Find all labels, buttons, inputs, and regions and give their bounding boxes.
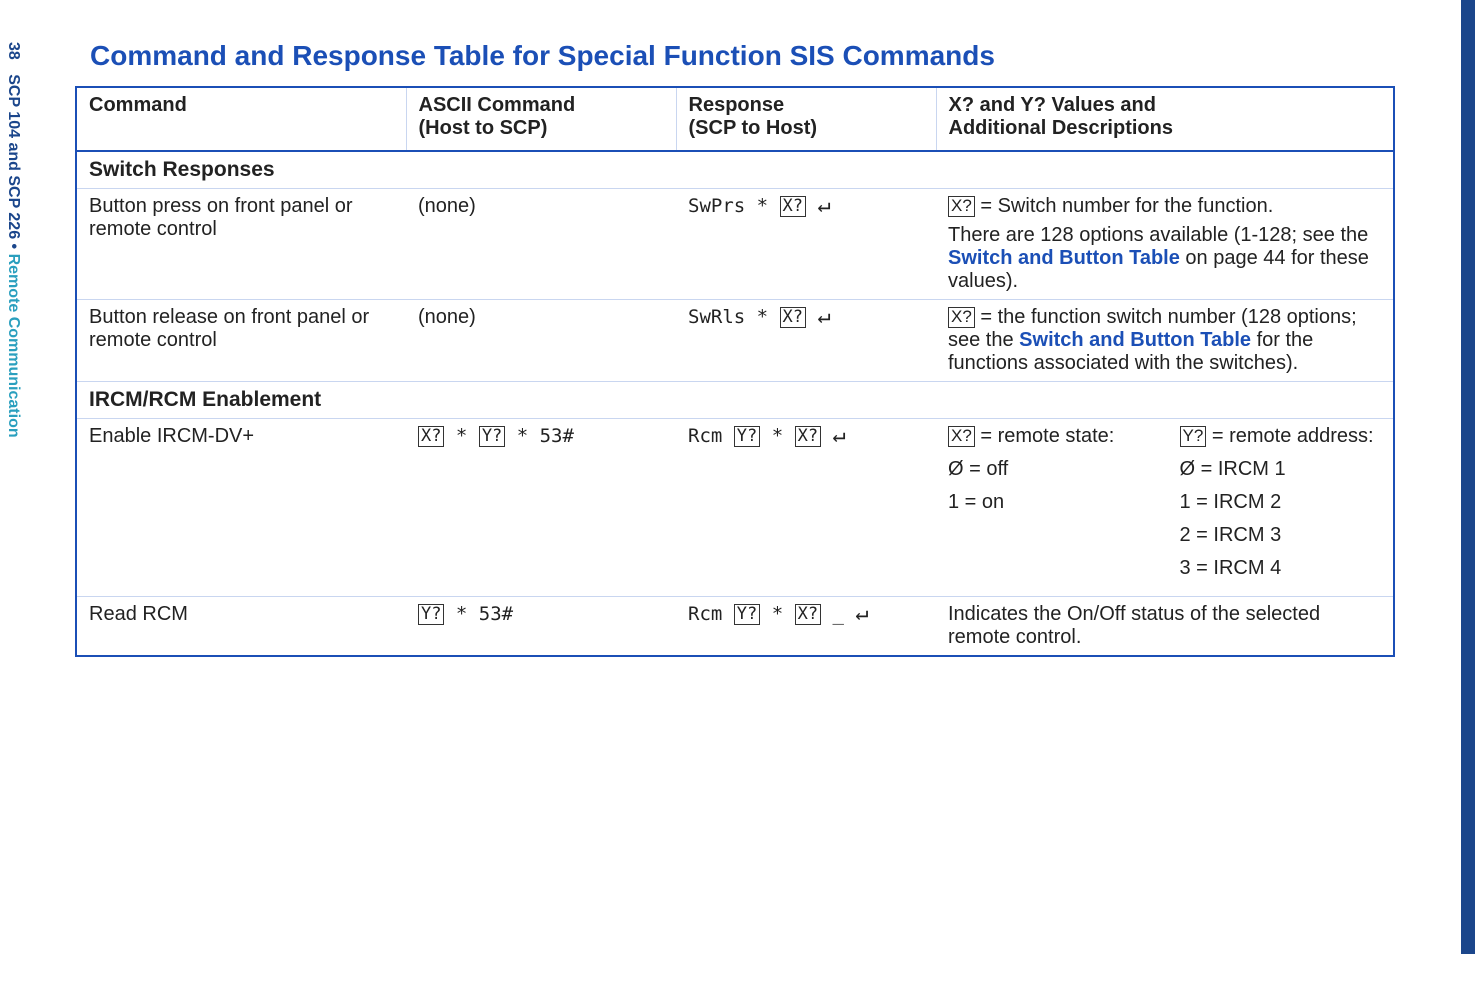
cell-response: SwPrs * X? ↵ [676, 189, 936, 300]
desc-text: = off [964, 458, 1009, 480]
resp-text: Rcm [688, 603, 734, 625]
col-desc: X? and Y? Values and Additional Descript… [936, 87, 1394, 151]
resp-text: Rcm [688, 425, 734, 447]
cell-desc: X? = the function switch number (128 opt… [936, 300, 1394, 382]
return-icon: ↵ [833, 423, 846, 448]
col-ascii: ASCII Command (Host to SCP) [406, 87, 676, 151]
command-table: Command ASCII Command (Host to SCP) Resp… [75, 86, 1395, 657]
resp-text: SwPrs * [688, 195, 780, 217]
col-command: Command [76, 87, 406, 151]
page-docref: SCP 104 and SCP 226 [5, 74, 22, 239]
x-placeholder-icon: X? [795, 604, 821, 625]
cell-desc: X? = Switch number for the function. The… [936, 189, 1394, 300]
col-ascii-l2: (Host to SCP) [419, 117, 664, 140]
desc-text: 1 = on [948, 491, 1004, 513]
section-ircm-rcm: IRCM/RCM Enablement [76, 382, 1394, 419]
cell-desc: Indicates the On/Off status of the selec… [936, 597, 1394, 657]
desc-text: = Switch number for the function. [975, 195, 1274, 217]
x-placeholder-icon: X? [780, 307, 806, 328]
col-desc-l1: X? and Y? Values and [949, 94, 1382, 117]
table-row: Enable IRCM-DV+ X? * Y? * 53# Rcm Y? * X… [76, 419, 1394, 597]
cell-response: SwRls * X? ↵ [676, 300, 936, 382]
ascii-text: * 53# [444, 603, 513, 625]
desc-text: = remote state: [975, 425, 1115, 447]
cell-response: Rcm Y? * X? _ ↵ [676, 597, 936, 657]
x-placeholder-icon: X? [948, 196, 975, 217]
y-placeholder-icon: Y? [734, 604, 760, 625]
col-command-label: Command [89, 94, 187, 116]
page-side-label: 38 SCP 104 and SCP 226 • Remote Communic… [2, 42, 42, 996]
link-switch-button-table[interactable]: Switch and Button Table [948, 247, 1180, 269]
desc-text: 2 = IRCM 3 [1180, 524, 1282, 546]
cell-command: Enable IRCM-DV+ [76, 419, 406, 597]
page-number: 38 [5, 42, 22, 60]
y-placeholder-icon: Y? [1180, 426, 1207, 447]
page-section: Remote Communication [5, 254, 22, 438]
resp-text: _ [821, 603, 855, 625]
cell-command: Button press on front panel or remote co… [76, 189, 406, 300]
table-row: Button release on front panel or remote … [76, 300, 1394, 382]
cell-ascii: Y? * 53# [406, 597, 676, 657]
table-row: Button press on front panel or remote co… [76, 189, 1394, 300]
x-placeholder-icon: X? [780, 196, 806, 217]
cell-ascii: X? * Y? * 53# [406, 419, 676, 597]
x-placeholder-icon: X? [795, 426, 821, 447]
col-ascii-l1: ASCII Command [419, 94, 664, 117]
return-icon: ↵ [817, 193, 830, 218]
page-title: Command and Response Table for Special F… [90, 40, 1395, 72]
x-placeholder-icon: X? [418, 426, 444, 447]
page-right-border [1461, 0, 1475, 954]
return-icon: ↵ [817, 304, 830, 329]
y-placeholder-icon: Y? [418, 604, 444, 625]
zero-glyph: Ø [948, 458, 964, 480]
desc-text: 3 = IRCM 4 [1180, 557, 1282, 579]
section-label: Switch Responses [76, 151, 1394, 189]
cell-ascii: (none) [406, 189, 676, 300]
cell-command: Button release on front panel or remote … [76, 300, 406, 382]
ascii-text: * 53# [505, 425, 574, 447]
link-switch-button-table[interactable]: Switch and Button Table [1019, 329, 1251, 351]
col-response: Response (SCP to Host) [676, 87, 936, 151]
x-placeholder-icon: X? [948, 426, 975, 447]
x-placeholder-icon: X? [948, 307, 975, 328]
zero-glyph: Ø [1180, 458, 1196, 480]
cell-command: Read RCM [76, 597, 406, 657]
cell-response: Rcm Y? * X? ↵ [676, 419, 936, 597]
cell-ascii: (none) [406, 300, 676, 382]
col-desc-l2: Additional Descriptions [949, 117, 1382, 140]
section-label: IRCM/RCM Enablement [76, 382, 1394, 419]
col-resp-l2: (SCP to Host) [689, 117, 924, 140]
cell-desc: X? = remote state: Ø = off 1 = on Y? = r… [936, 419, 1394, 597]
desc-text: There are 128 options available (1-128; … [948, 224, 1368, 246]
desc-text: 1 = IRCM 2 [1180, 491, 1282, 513]
desc-text: = IRCM 1 [1195, 458, 1286, 480]
section-switch-responses: Switch Responses [76, 151, 1394, 189]
y-placeholder-icon: Y? [734, 426, 760, 447]
desc-text: = remote address: [1206, 425, 1373, 447]
table-row: Read RCM Y? * 53# Rcm Y? * X? _ ↵ Indica… [76, 597, 1394, 657]
resp-text: SwRls * [688, 306, 780, 328]
col-resp-l1: Response [689, 94, 924, 117]
y-placeholder-icon: Y? [479, 426, 505, 447]
return-icon: ↵ [855, 601, 868, 626]
table-header-row: Command ASCII Command (Host to SCP) Resp… [76, 87, 1394, 151]
